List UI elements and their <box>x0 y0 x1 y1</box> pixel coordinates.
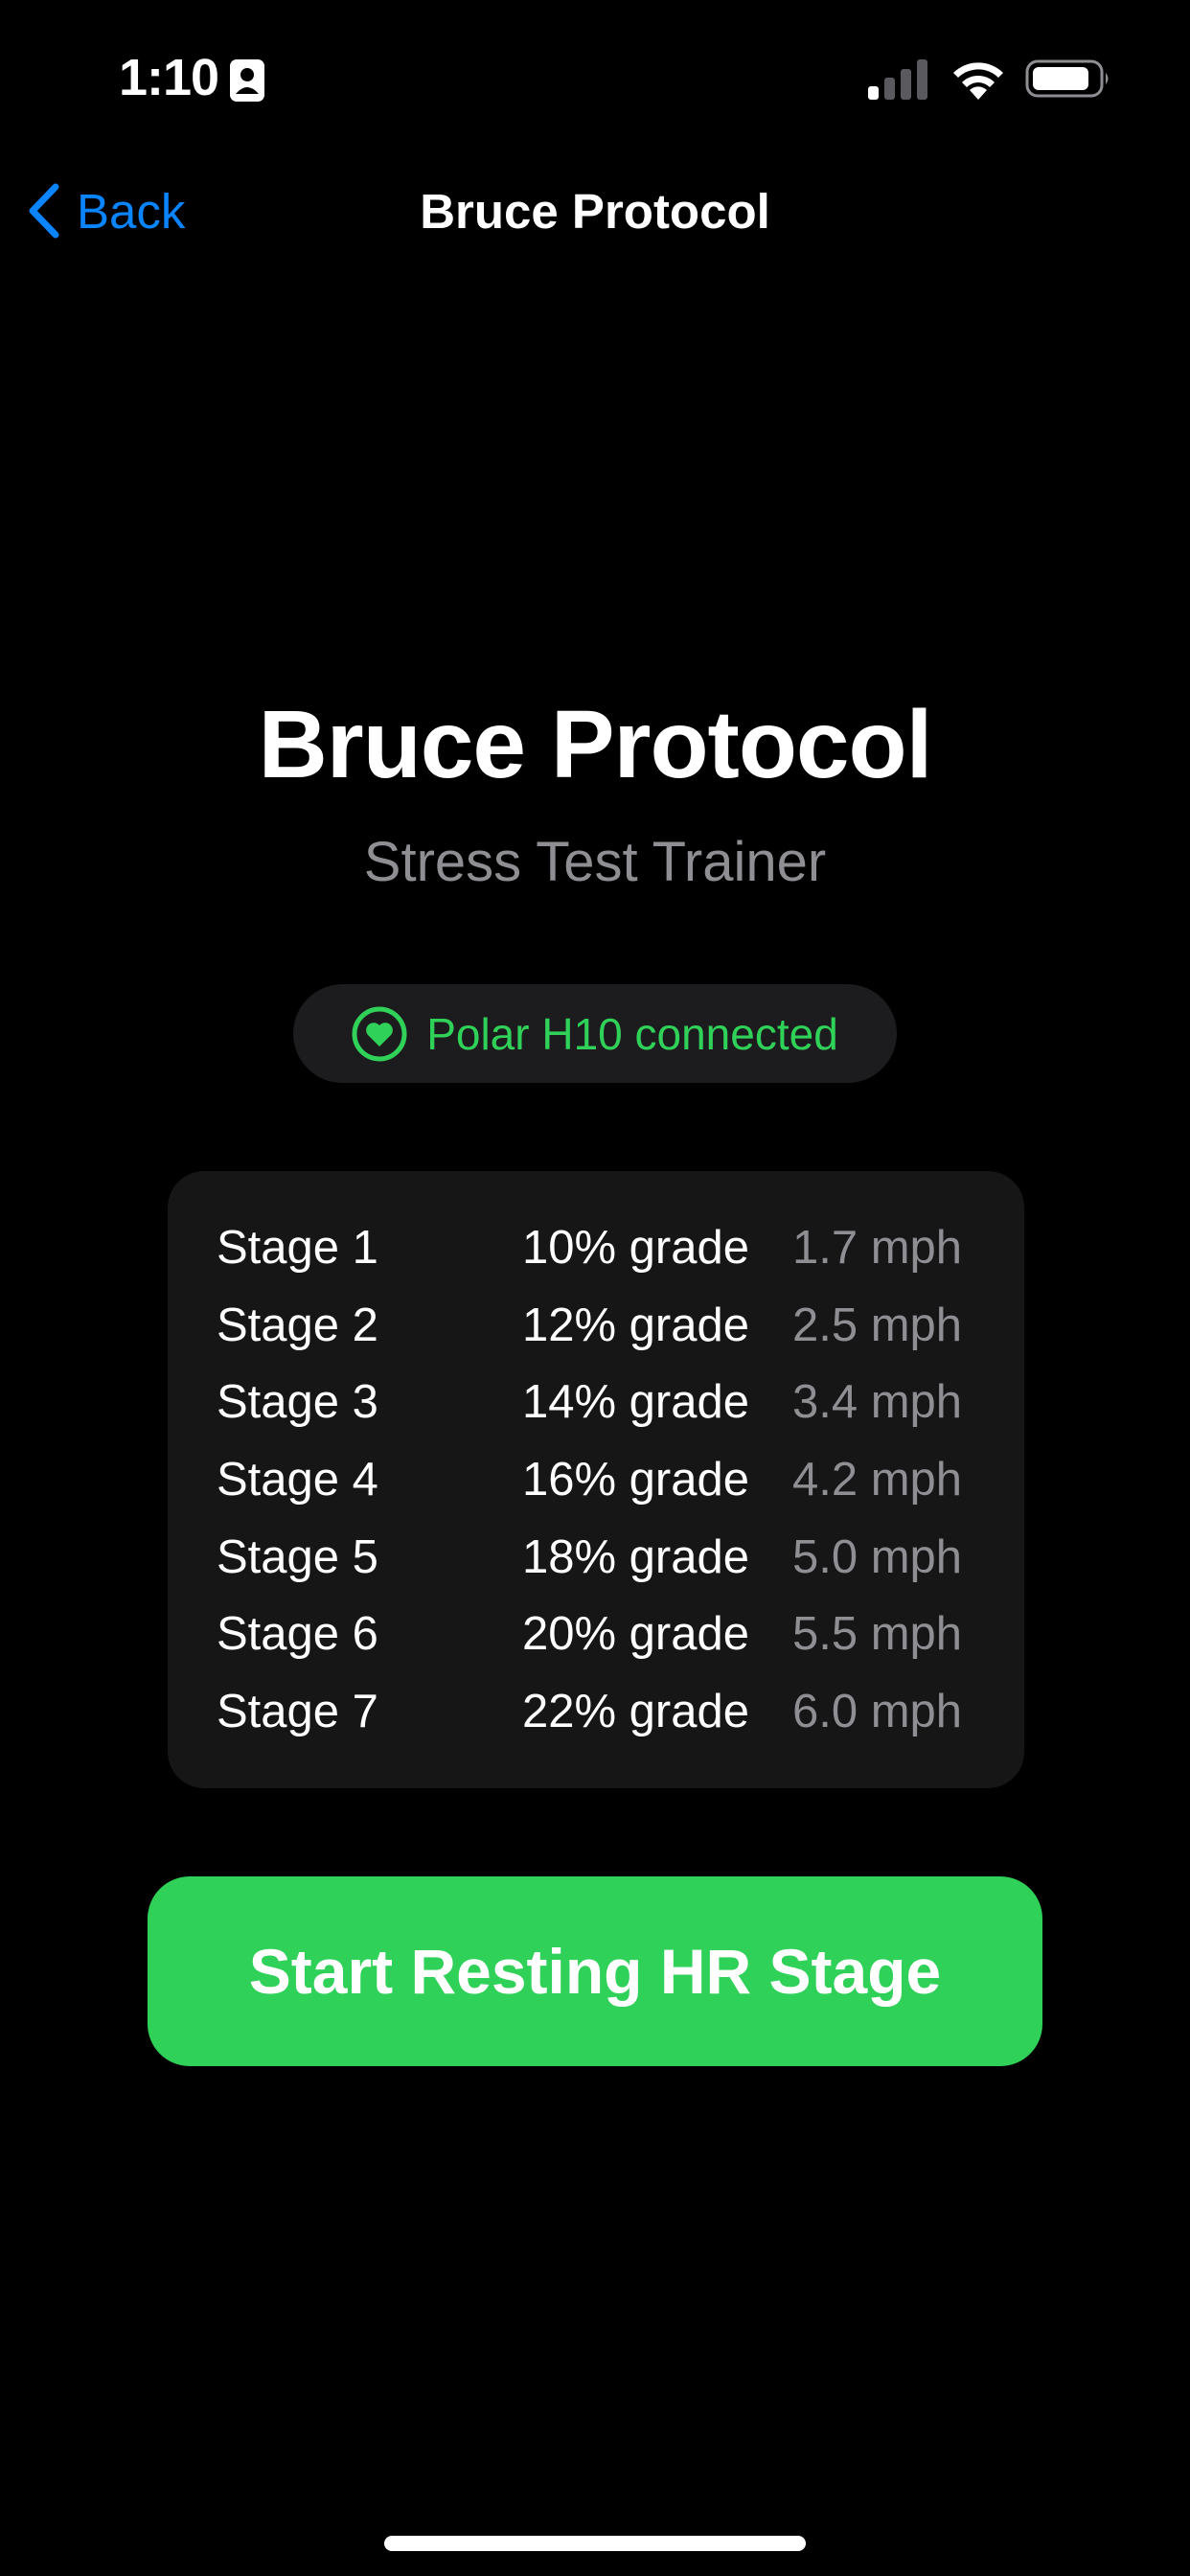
stage-speed: 1.7 mph <box>792 1222 963 1274</box>
status-time: 1:10 <box>119 49 219 106</box>
heart-icon <box>352 1006 407 1061</box>
stage-name: Stage 7 <box>217 1686 378 1737</box>
page-subtitle: Stress Test Trainer <box>363 831 827 893</box>
stage-grade: 14% grade <box>522 1376 750 1428</box>
cellular-signal-icon <box>868 59 927 100</box>
stage-name: Stage 6 <box>217 1608 378 1660</box>
stage-speed: 2.5 mph <box>792 1300 963 1351</box>
connection-status-badge: Polar H10 connected <box>293 984 897 1083</box>
stage-row: Stage 1 10% grade 1.7 mph <box>168 1221 1024 1298</box>
connection-status-text: Polar H10 connected <box>426 1008 838 1059</box>
stage-row: Stage 4 16% grade 4.2 mph <box>168 1453 1024 1530</box>
stage-row: Stage 6 20% grade 5.5 mph <box>168 1607 1024 1684</box>
stage-row: Stage 2 12% grade 2.5 mph <box>168 1299 1024 1375</box>
stage-row: Stage 7 22% grade 6.0 mph <box>168 1685 1024 1761</box>
stage-speed: 5.0 mph <box>792 1531 963 1583</box>
stage-grade: 16% grade <box>522 1454 750 1506</box>
person-badge-icon <box>230 59 264 102</box>
stage-grade: 22% grade <box>522 1686 750 1737</box>
stage-name: Stage 1 <box>217 1222 378 1274</box>
stage-name: Stage 5 <box>217 1531 378 1583</box>
start-resting-hr-button[interactable]: Start Resting HR Stage <box>148 1876 1042 2066</box>
status-bar: 1:10 <box>0 0 1190 158</box>
stage-grade: 18% grade <box>522 1531 750 1583</box>
stage-name: Stage 3 <box>217 1376 378 1428</box>
stages-table: Stage 1 10% grade 1.7 mph Stage 2 12% gr… <box>168 1171 1024 1788</box>
wifi-icon <box>953 62 1003 100</box>
stage-speed: 3.4 mph <box>792 1376 963 1428</box>
battery-icon <box>1025 59 1109 98</box>
stage-speed: 5.5 mph <box>792 1608 963 1660</box>
navigation-bar: Back Bruce Protocol <box>0 158 1190 264</box>
stage-name: Stage 4 <box>217 1454 378 1506</box>
stage-grade: 10% grade <box>522 1222 750 1274</box>
home-indicator[interactable] <box>384 2536 806 2551</box>
stage-name: Stage 2 <box>217 1300 378 1351</box>
nav-title: Bruce Protocol <box>420 184 770 239</box>
stage-row: Stage 5 18% grade 5.0 mph <box>168 1530 1024 1607</box>
start-button-label: Start Resting HR Stage <box>248 1936 942 2007</box>
stage-row: Stage 3 14% grade 3.4 mph <box>168 1375 1024 1452</box>
stage-grade: 20% grade <box>522 1608 750 1660</box>
stage-speed: 6.0 mph <box>792 1686 963 1737</box>
stage-grade: 12% grade <box>522 1300 750 1351</box>
page-title: Bruce Protocol <box>258 691 933 798</box>
stage-speed: 4.2 mph <box>792 1454 963 1506</box>
app-screen: 1:10 Back Bruce Protocol Bruce Protocol … <box>0 0 1190 2576</box>
